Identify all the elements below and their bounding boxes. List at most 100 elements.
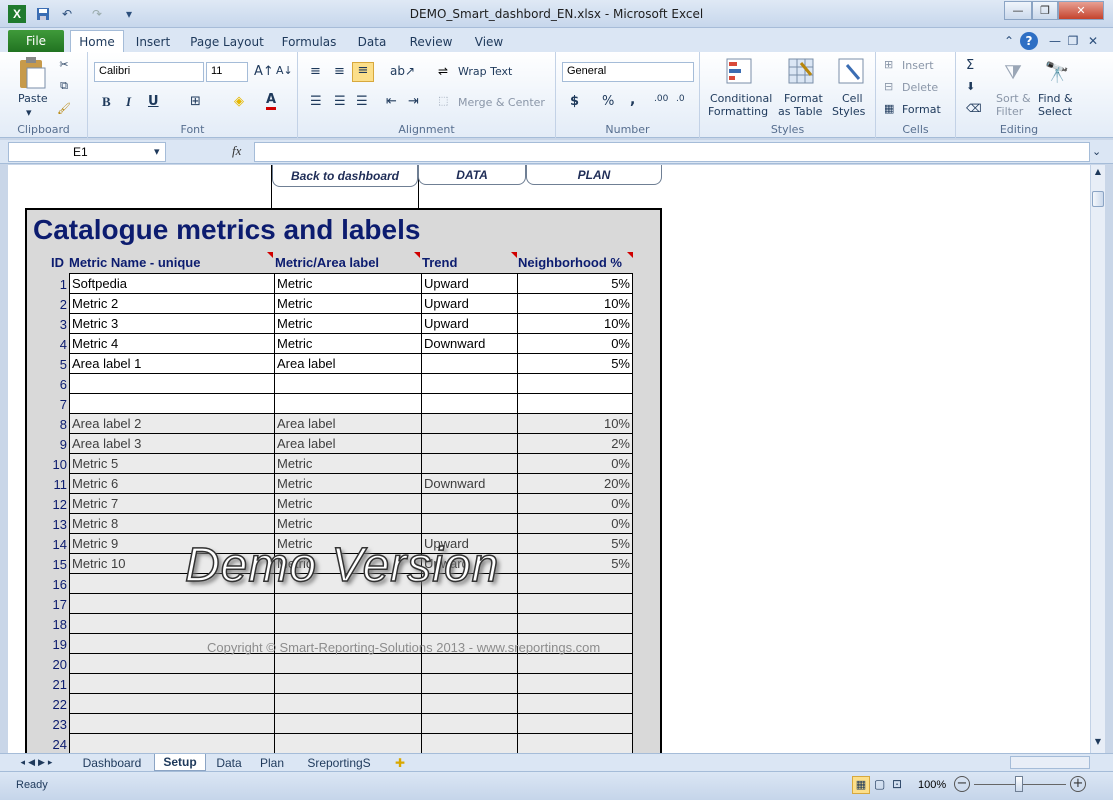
italic-button[interactable]: I bbox=[126, 94, 131, 110]
sheet-tab-sreportings[interactable]: SreportingS bbox=[296, 754, 382, 771]
shrink-font-icon[interactable]: A↓ bbox=[276, 64, 293, 77]
workbook-minimize-icon[interactable]: — bbox=[1046, 32, 1064, 50]
format-as-table-icon[interactable] bbox=[786, 56, 816, 86]
cell-label[interactable]: Metric bbox=[274, 473, 422, 494]
font-name-select[interactable]: Calibri bbox=[94, 62, 204, 82]
cell-label[interactable]: Metric bbox=[274, 513, 422, 534]
cell-label[interactable]: Metric bbox=[274, 313, 422, 334]
cell-trend[interactable] bbox=[421, 453, 518, 474]
sheet-tab-dashboard[interactable]: Dashboard bbox=[72, 754, 152, 771]
cell-trend[interactable] bbox=[421, 393, 518, 414]
cell-trend[interactable] bbox=[421, 693, 518, 714]
cell-name[interactable] bbox=[69, 693, 275, 714]
table-row[interactable]: Area label 2 Area label 10% bbox=[69, 413, 633, 434]
cell-name[interactable]: Metric 7 bbox=[69, 493, 275, 514]
horizontal-scrollbar[interactable] bbox=[1010, 756, 1090, 769]
cell-label[interactable] bbox=[274, 693, 422, 714]
decrease-indent-icon[interactable]: ⇤ bbox=[386, 94, 397, 109]
align-right-icon[interactable]: ☰ bbox=[356, 94, 368, 109]
cell-trend[interactable]: Downward bbox=[421, 473, 518, 494]
font-color-icon[interactable]: A bbox=[266, 92, 277, 110]
cell-pct[interactable]: 2% bbox=[517, 433, 633, 454]
clear-icon[interactable]: ⌫ bbox=[966, 102, 982, 115]
zoom-level[interactable]: 100% bbox=[918, 779, 946, 791]
cell-trend[interactable] bbox=[421, 353, 518, 374]
table-row[interactable] bbox=[69, 673, 633, 694]
sort-filter-icon[interactable]: ⧩ bbox=[1000, 58, 1026, 86]
cell-trend[interactable]: Upward bbox=[421, 273, 518, 294]
table-row[interactable] bbox=[69, 593, 633, 614]
cell-pct[interactable]: 10% bbox=[517, 313, 633, 334]
cell-name[interactable]: Metric 2 bbox=[69, 293, 275, 314]
cell-label[interactable] bbox=[274, 733, 422, 753]
cell-pct[interactable] bbox=[517, 373, 633, 394]
table-row[interactable]: Metric 4 Metric Downward 0% bbox=[69, 333, 633, 354]
align-top-icon[interactable]: ≡ bbox=[310, 64, 321, 79]
sort-filter-button[interactable]: Sort & bbox=[996, 92, 1031, 105]
format-painter-icon[interactable]: 🖌 bbox=[56, 100, 72, 116]
table-row[interactable]: Area label 1 Area label 5% bbox=[69, 353, 633, 374]
merge-center-icon[interactable]: ⬚ bbox=[438, 94, 448, 107]
cell-label[interactable]: Metric bbox=[274, 453, 422, 474]
insert-cells-icon[interactable]: ⊞ bbox=[884, 58, 893, 71]
cell-label[interactable]: Metric bbox=[274, 293, 422, 314]
grow-font-icon[interactable]: A↑ bbox=[254, 64, 274, 79]
cell-name[interactable] bbox=[69, 653, 275, 674]
vertical-scrollbar[interactable]: ▲ ▼ bbox=[1090, 165, 1105, 753]
insert-sheet-icon[interactable]: ✚ bbox=[386, 754, 414, 771]
cell-pct[interactable]: 0% bbox=[517, 453, 633, 474]
data-button[interactable]: DATA bbox=[418, 165, 526, 185]
cell-trend[interactable] bbox=[421, 713, 518, 734]
cell-label[interactable]: Metric bbox=[274, 273, 422, 294]
restore-button[interactable]: ❐ bbox=[1032, 1, 1058, 20]
worksheet[interactable]: Back to dashboard DATA PLAN Catalogue me… bbox=[8, 165, 1090, 753]
cell-label[interactable]: Metric bbox=[274, 493, 422, 514]
cell-trend[interactable] bbox=[421, 653, 518, 674]
cell-pct[interactable]: 20% bbox=[517, 473, 633, 494]
page-layout-view-icon[interactable]: ▢ bbox=[874, 777, 885, 791]
cell-pct[interactable]: 10% bbox=[517, 293, 633, 314]
tab-home[interactable]: Home bbox=[70, 30, 124, 52]
align-left-icon[interactable]: ☰ bbox=[310, 94, 322, 109]
normal-view-icon[interactable]: ▦ bbox=[852, 776, 870, 794]
name-box[interactable]: E1 bbox=[8, 142, 166, 162]
table-row[interactable] bbox=[69, 653, 633, 674]
borders-icon[interactable]: ⊞ bbox=[190, 94, 201, 109]
table-row[interactable]: Metric 7 Metric 0% bbox=[69, 493, 633, 514]
format-as-table-button[interactable]: Format bbox=[784, 92, 823, 105]
tab-formulas[interactable]: Formulas bbox=[278, 32, 340, 52]
cell-pct[interactable] bbox=[517, 733, 633, 753]
comma-button[interactable]: , bbox=[630, 92, 635, 108]
tab-file[interactable]: File bbox=[8, 30, 64, 52]
cell-label[interactable] bbox=[274, 593, 422, 614]
cell-label[interactable] bbox=[274, 653, 422, 674]
close-button[interactable]: ✕ bbox=[1058, 1, 1104, 20]
cell-label[interactable]: Area label bbox=[274, 433, 422, 454]
fill-icon[interactable]: ⬇ bbox=[966, 80, 975, 93]
cell-trend[interactable] bbox=[421, 433, 518, 454]
cell-label[interactable] bbox=[274, 393, 422, 414]
tab-insert[interactable]: Insert bbox=[128, 32, 178, 52]
sheet-tab-setup[interactable]: Setup bbox=[154, 754, 206, 771]
cell-pct[interactable] bbox=[517, 693, 633, 714]
table-row[interactable] bbox=[69, 693, 633, 714]
scroll-up-icon[interactable]: ▲ bbox=[1092, 167, 1104, 179]
cell-pct[interactable]: 5% bbox=[517, 553, 633, 574]
cell-name[interactable] bbox=[69, 733, 275, 753]
cell-name[interactable]: Area label 1 bbox=[69, 353, 275, 374]
cell-name[interactable] bbox=[69, 373, 275, 394]
cell-styles-icon[interactable] bbox=[836, 56, 866, 86]
delete-cells-icon[interactable]: ⊟ bbox=[884, 80, 893, 93]
cell-name[interactable]: Metric 4 bbox=[69, 333, 275, 354]
sheet-nav-icons[interactable]: ◂◀▶▸ bbox=[8, 754, 68, 771]
zoom-out-icon[interactable]: − bbox=[954, 776, 970, 792]
currency-button[interactable]: $ bbox=[570, 94, 579, 109]
table-row[interactable] bbox=[69, 393, 633, 414]
cell-name[interactable]: Metric 6 bbox=[69, 473, 275, 494]
cell-name[interactable] bbox=[69, 393, 275, 414]
copy-icon[interactable]: ⧉ bbox=[56, 78, 72, 94]
sheet-tab-data[interactable]: Data bbox=[208, 754, 250, 771]
cell-name[interactable]: Softpedia bbox=[69, 273, 275, 294]
wrap-text-button[interactable]: Wrap Text bbox=[458, 65, 512, 78]
name-box-dropdown-icon[interactable]: ▾ bbox=[154, 145, 160, 158]
